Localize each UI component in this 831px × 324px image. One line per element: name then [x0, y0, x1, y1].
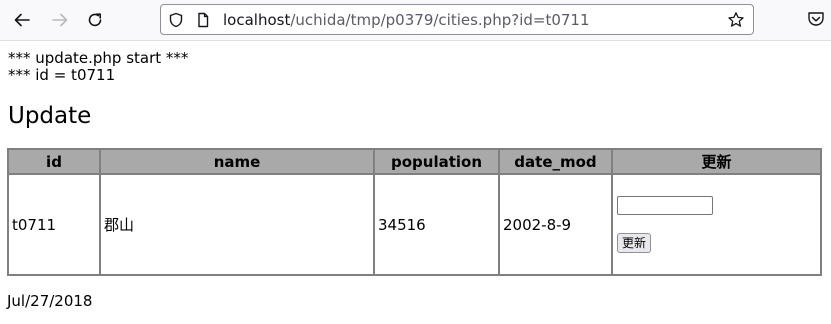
page-content: *** update.php start *** *** id = t0711 …	[0, 41, 831, 324]
cell-id: t0711	[8, 174, 100, 275]
back-button[interactable]	[10, 8, 34, 32]
bookmark-button[interactable]	[727, 11, 745, 29]
cell-name: 郡山	[100, 174, 374, 275]
page-title: Update	[8, 103, 92, 129]
table-header-row: id name population date_mod 更新	[8, 149, 821, 174]
header-name: name	[100, 149, 374, 174]
footer-date: Jul/27/2018	[7, 292, 93, 310]
pocket-icon	[808, 12, 824, 26]
star-icon	[728, 12, 744, 27]
update-table: id name population date_mod 更新 t0711 郡山 …	[7, 148, 822, 276]
cell-date-mod: 2002-8-9	[499, 174, 612, 275]
browser-toolbar: localhost/uchida/tmp/p0379/cities.php?id…	[0, 0, 831, 41]
url-path: /uchida/tmp/p0379/cities.php?id=t0711	[290, 11, 590, 29]
arrow-left-icon	[14, 13, 30, 27]
url-host: localhost	[223, 11, 291, 29]
cell-update: 更新	[612, 174, 821, 275]
page-icon	[198, 12, 209, 28]
arrow-right-icon	[52, 13, 68, 27]
header-id: id	[8, 149, 100, 174]
reload-button[interactable]	[83, 8, 107, 32]
reload-icon	[88, 13, 102, 27]
security-indicator[interactable]	[167, 11, 185, 29]
population-input[interactable]	[617, 196, 713, 215]
debug-start-text: *** update.php start ***	[8, 49, 189, 67]
shield-icon	[169, 12, 183, 28]
url-text[interactable]: localhost/uchida/tmp/p0379/cities.php?id…	[223, 11, 590, 30]
header-date-mod: date_mod	[499, 149, 612, 174]
header-population: population	[374, 149, 499, 174]
update-button[interactable]: 更新	[617, 233, 652, 253]
page-info-button[interactable]	[194, 11, 212, 29]
debug-id-text: *** id = t0711	[8, 66, 116, 84]
forward-button[interactable]	[48, 8, 72, 32]
pocket-button[interactable]	[806, 9, 828, 31]
header-update: 更新	[612, 149, 821, 174]
url-bar[interactable]: localhost/uchida/tmp/p0379/cities.php?id…	[160, 4, 754, 35]
table-row: t0711 郡山 34516 2002-8-9 更新	[8, 174, 821, 275]
cell-population: 34516	[374, 174, 499, 275]
